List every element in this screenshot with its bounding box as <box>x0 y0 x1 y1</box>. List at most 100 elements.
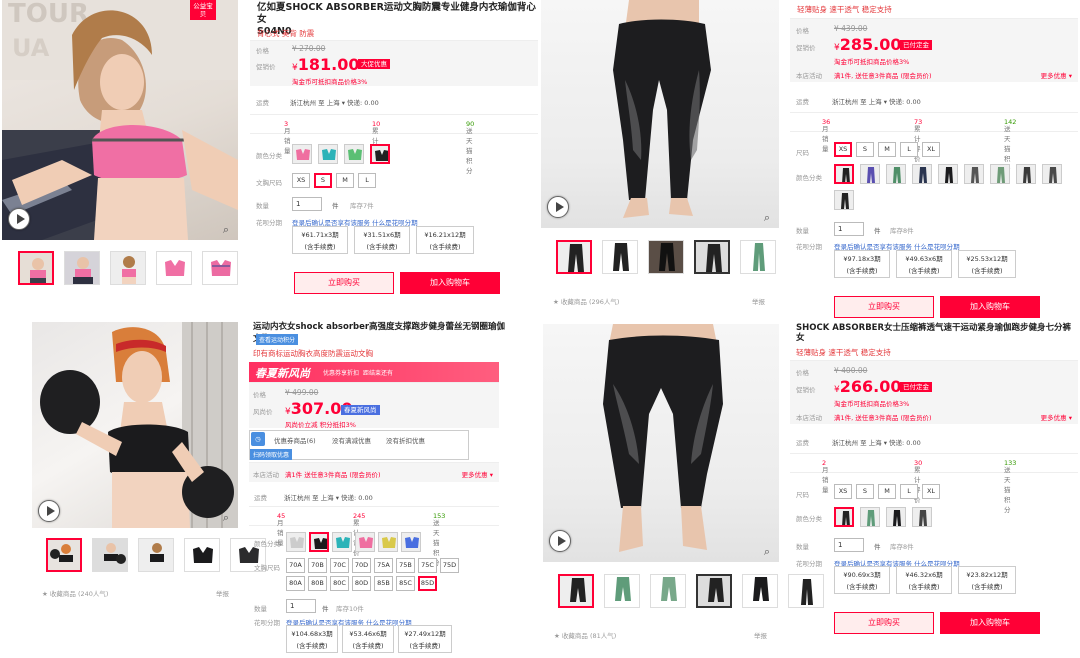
more-offers-link[interactable]: 更多优惠 ▾ <box>1041 70 1072 80</box>
color-swatch-selected[interactable] <box>309 532 329 552</box>
play-video-icon[interactable] <box>38 500 60 522</box>
thumbnail[interactable] <box>110 251 146 285</box>
add-to-cart-button[interactable]: 加入购物车 <box>940 612 1040 634</box>
size-option[interactable]: L <box>358 173 376 188</box>
color-swatch[interactable] <box>886 164 906 184</box>
color-swatch[interactable] <box>344 144 364 164</box>
color-swatch[interactable] <box>860 164 880 184</box>
coupon-scan-link[interactable]: 扫码领取优惠 <box>250 449 293 460</box>
size-option[interactable]: M <box>336 173 354 188</box>
size-option[interactable]: 75A <box>374 558 393 573</box>
color-swatch[interactable] <box>912 507 932 527</box>
delivery-info[interactable]: 浙江杭州 至 上海 ▾ 快递: 0.00 <box>832 96 921 106</box>
size-option[interactable]: 80A <box>286 576 305 591</box>
add-to-cart-button[interactable]: 加入购物车 <box>400 272 500 294</box>
size-option[interactable]: 80C <box>330 576 349 591</box>
thumbnail[interactable] <box>202 251 238 285</box>
add-to-cart-button[interactable]: 加入购物车 <box>940 296 1040 318</box>
thumbnail[interactable] <box>604 574 640 608</box>
color-swatch[interactable] <box>355 532 375 552</box>
buy-now-button[interactable]: 立即购买 <box>834 296 934 318</box>
size-option[interactable]: XL <box>922 484 940 499</box>
thumbnail[interactable] <box>138 538 174 572</box>
installment-option[interactable]: ¥16.21x12期 (含手续费) <box>416 226 474 254</box>
installment-option[interactable]: ¥27.49x12期 (含手续费) <box>398 625 452 653</box>
product-main-image[interactable]: TOUR UA 公益宝贝 ⌕ <box>2 0 238 240</box>
zoom-icon[interactable]: ⌕ <box>759 210 775 226</box>
installment-option[interactable]: ¥46.32x6期 (含手续费) <box>896 566 952 594</box>
report-link[interactable]: 举报 <box>216 588 229 598</box>
delivery-info[interactable]: 浙江杭州 至 上海 ▾ 快递: 0.00 <box>832 437 921 447</box>
installment-option[interactable]: ¥97.18x3期 (含手续费) <box>834 250 890 278</box>
installment-option[interactable]: ¥53.46x6期 (含手续费) <box>342 625 394 653</box>
thumbnail[interactable] <box>694 240 730 274</box>
size-option[interactable]: 75B <box>396 558 415 573</box>
zoom-icon[interactable]: ⌕ <box>759 544 775 560</box>
zoom-icon[interactable]: ⌕ <box>218 510 234 526</box>
quantity-input[interactable]: 1 <box>292 197 322 211</box>
buy-now-button[interactable]: 立即购买 <box>834 612 934 634</box>
color-swatch-selected[interactable] <box>834 164 854 184</box>
thumbnail[interactable] <box>556 240 592 274</box>
installment-option[interactable]: ¥31.51x6期 (含手续费) <box>354 226 410 254</box>
color-swatch[interactable] <box>378 532 398 552</box>
size-option[interactable]: 80D <box>352 576 371 591</box>
promo-item[interactable]: 优惠券商品(6) <box>274 435 316 445</box>
report-link[interactable]: 举报 <box>754 630 767 640</box>
thumbnail[interactable] <box>184 538 220 572</box>
delivery-info[interactable]: 浙江杭州 至 上海 ▾ 快递: 0.00 <box>290 97 379 107</box>
quantity-input[interactable]: 1 <box>286 599 316 613</box>
color-swatch[interactable] <box>990 164 1010 184</box>
color-swatch-selected[interactable] <box>834 507 854 527</box>
size-option[interactable]: 70A <box>286 558 305 573</box>
size-option[interactable]: 85C <box>396 576 415 591</box>
installment-option[interactable]: ¥104.68x3期 (含手续费) <box>286 625 338 653</box>
thumbnail[interactable] <box>742 574 778 608</box>
color-swatch[interactable] <box>1042 164 1062 184</box>
installment-option[interactable]: ¥49.63x6期 (含手续费) <box>896 250 952 278</box>
thumbnail[interactable] <box>558 574 594 608</box>
size-option[interactable]: S <box>856 484 874 499</box>
size-option[interactable]: M <box>878 142 896 157</box>
tmall-points-link[interactable]: 查看运动积分 <box>256 334 299 345</box>
color-swatch[interactable] <box>834 190 854 210</box>
product-main-image[interactable]: ⌕ <box>541 0 779 228</box>
size-option-selected[interactable]: XS <box>834 142 852 157</box>
size-option[interactable]: 75D <box>440 558 459 573</box>
size-option[interactable]: S <box>856 142 874 157</box>
size-option[interactable]: 80B <box>308 576 327 591</box>
favorite-link[interactable]: ★ 收藏商品 (81人气) <box>554 630 616 640</box>
thumbnail[interactable] <box>92 538 128 572</box>
size-option[interactable]: M <box>878 484 896 499</box>
thumbnail[interactable] <box>740 240 776 274</box>
size-option[interactable]: XS <box>292 173 310 188</box>
size-option[interactable]: XS <box>834 484 852 499</box>
size-option-selected[interactable]: S <box>314 173 332 188</box>
size-option[interactable]: 75C <box>418 558 437 573</box>
buy-now-button[interactable]: 立即购买 <box>294 272 394 294</box>
delivery-info[interactable]: 浙江杭州 至 上海 ▾ 快递: 0.00 <box>284 492 373 502</box>
installment-option[interactable]: ¥90.69x3期 (含手续费) <box>834 566 890 594</box>
installment-option[interactable]: ¥25.53x12期 (含手续费) <box>958 250 1016 278</box>
size-option[interactable]: XL <box>922 142 940 157</box>
installment-option[interactable]: ¥23.82x12期 (含手续费) <box>958 566 1016 594</box>
color-swatch[interactable] <box>1016 164 1036 184</box>
product-main-image[interactable]: ⌕ <box>32 322 238 528</box>
color-swatch[interactable] <box>886 507 906 527</box>
quantity-input[interactable]: 1 <box>834 222 864 236</box>
size-option[interactable]: L <box>900 142 918 157</box>
more-offers-link[interactable]: 更多优惠 ▾ <box>462 469 493 479</box>
color-swatch[interactable] <box>286 532 306 552</box>
size-option[interactable]: 85B <box>374 576 393 591</box>
thumbnail[interactable] <box>788 574 824 608</box>
favorite-link[interactable]: ★ 收藏商品 (296人气) <box>553 296 619 306</box>
thumbnail[interactable] <box>46 538 82 572</box>
play-video-icon[interactable] <box>8 208 30 230</box>
installment-option[interactable]: ¥61.71x3期 (含手续费) <box>292 226 348 254</box>
quantity-input[interactable]: 1 <box>834 538 864 552</box>
size-option[interactable]: L <box>900 484 918 499</box>
zoom-icon[interactable]: ⌕ <box>218 222 234 238</box>
thumbnail[interactable] <box>602 240 638 274</box>
thumbnail[interactable] <box>64 251 100 285</box>
color-swatch[interactable] <box>964 164 984 184</box>
